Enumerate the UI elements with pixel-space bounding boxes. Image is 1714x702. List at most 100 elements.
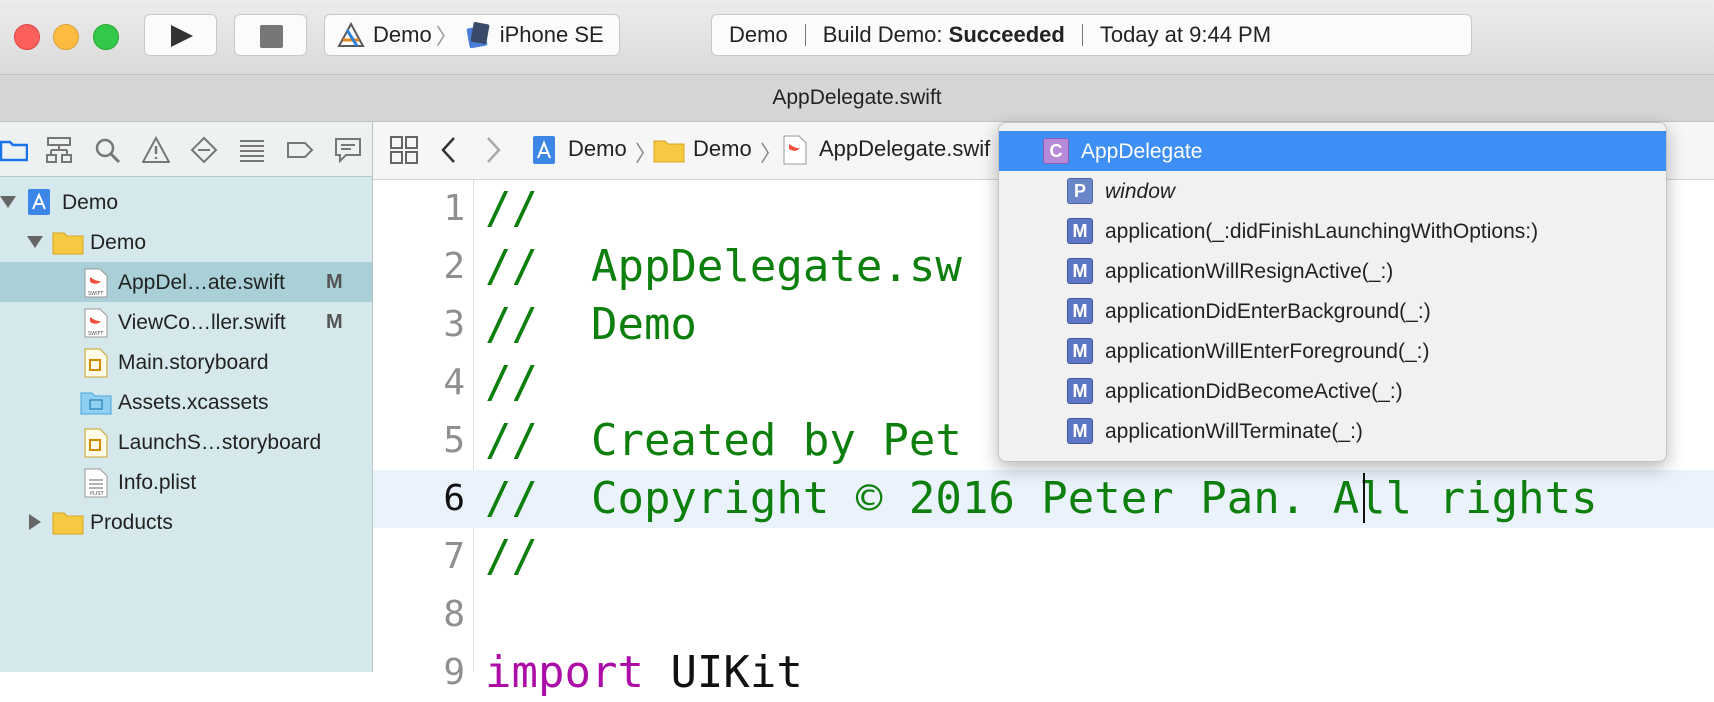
menu-item-method[interactable]: M applicationWillEnterForeground(_:) xyxy=(999,331,1666,371)
menu-item-label: applicationDidEnterBackground(_:) xyxy=(1105,300,1431,323)
window-toolbar: Demo 〉 iPhone SE Demo Build Demo: Succee… xyxy=(0,0,1714,75)
warning-icon[interactable] xyxy=(142,136,170,164)
tree-item-products[interactable]: Products xyxy=(0,502,372,542)
document-items-menu: C AppDelegate P window M application(_:d… xyxy=(998,122,1667,462)
device-name: iPhone SE xyxy=(499,22,604,47)
folder-icon xyxy=(653,140,685,163)
line-number: 5 xyxy=(443,420,465,461)
minimize-window-button[interactable] xyxy=(53,24,79,50)
tree-item-main-storyboard[interactable]: Main.storyboard xyxy=(0,342,372,382)
method-symbol-icon: M xyxy=(1067,338,1093,364)
menu-item-label: applicationWillEnterForeground(_:) xyxy=(1105,340,1430,363)
forward-icon[interactable] xyxy=(485,136,503,164)
property-symbol-icon: P xyxy=(1067,178,1093,204)
tree-item-label: AppDel…ate.swift xyxy=(118,271,285,294)
stop-icon xyxy=(260,25,283,48)
swift-file-icon: SWIFT xyxy=(84,268,108,298)
activity-divider xyxy=(804,24,806,46)
menu-item-method[interactable]: M application(_:didFinishLaunchingWithOp… xyxy=(999,211,1666,251)
chevron-right-icon: 〉 xyxy=(760,141,783,166)
jumpbar-project[interactable]: Demo xyxy=(568,136,627,162)
test-icon[interactable] xyxy=(190,136,218,164)
code-line-current[interactable]: 6 // Copyright © 2016 Peter Pan. All rig… xyxy=(373,470,1714,528)
scheme-selector[interactable]: Demo 〉 iPhone SE xyxy=(324,14,620,56)
xcode-app-icon xyxy=(337,22,365,47)
text-cursor xyxy=(1363,473,1365,523)
code-line[interactable]: 8 xyxy=(373,586,1714,644)
tree-item-label: Main.storyboard xyxy=(118,351,269,374)
zoom-window-button[interactable] xyxy=(93,24,119,50)
menu-item-label: applicationWillTerminate(_:) xyxy=(1105,420,1363,443)
method-symbol-icon: M xyxy=(1067,218,1093,244)
tree-item-label: ViewCo…ller.swift xyxy=(118,311,286,334)
tree-item-appdelegate[interactable]: SWIFT AppDel…ate.swift M xyxy=(0,262,372,302)
line-number: 4 xyxy=(443,362,465,403)
line-number: 3 xyxy=(443,304,465,345)
menu-item-method[interactable]: M applicationDidBecomeActive(_:) xyxy=(999,371,1666,411)
project-file-icon xyxy=(533,136,555,164)
code-identifier: UIKit xyxy=(643,647,803,698)
disclosure-collapsed-icon[interactable] xyxy=(29,514,41,530)
method-symbol-icon: M xyxy=(1067,378,1093,404)
line-number: 7 xyxy=(443,536,465,577)
modified-badge: M xyxy=(326,271,343,293)
tree-item-label: LaunchS…storyboard xyxy=(118,431,322,454)
method-symbol-icon: M xyxy=(1067,418,1093,444)
plist-file-icon: PLIST xyxy=(84,468,108,498)
build-status: Succeeded xyxy=(948,22,1065,47)
back-icon[interactable] xyxy=(439,136,457,164)
jumpbar-file[interactable]: AppDelegate.swif xyxy=(819,136,990,162)
related-items-icon[interactable] xyxy=(389,135,419,165)
menu-item-method[interactable]: M applicationWillTerminate(_:) xyxy=(999,411,1666,451)
code-text: // Created by Pet xyxy=(485,415,962,466)
svg-text:SWIFT: SWIFT xyxy=(88,291,104,297)
disclosure-expanded-icon[interactable] xyxy=(27,236,43,248)
activity-divider xyxy=(1081,24,1083,46)
jumpbar-group[interactable]: Demo xyxy=(693,136,752,162)
tree-item-project-demo[interactable]: Demo xyxy=(0,182,372,222)
code-line[interactable]: 7 // xyxy=(373,528,1714,586)
code-text: import UIKit xyxy=(485,644,803,702)
line-number: 6 xyxy=(443,478,465,519)
tree-item-group-demo[interactable]: Demo xyxy=(0,222,372,262)
hierarchy-icon[interactable] xyxy=(45,136,73,164)
svg-text:SWIFT: SWIFT xyxy=(88,331,104,337)
build-timestamp: Today at 9:44 PM xyxy=(1099,22,1272,47)
method-symbol-icon: M xyxy=(1067,298,1093,324)
breakpoint-icon[interactable] xyxy=(286,136,314,164)
line-number: 8 xyxy=(443,594,465,635)
storyboard-file-icon xyxy=(84,428,108,458)
code-text: // Demo xyxy=(485,299,697,350)
scheme-name: Demo xyxy=(373,22,432,47)
tree-item-info-plist[interactable]: PLIST Info.plist xyxy=(0,462,372,502)
tree-item-label: Demo xyxy=(90,231,147,254)
tree-item-viewcontroller[interactable]: SWIFT ViewCo…ller.swift M xyxy=(0,302,372,342)
run-button[interactable] xyxy=(144,14,217,56)
menu-item-appdelegate[interactable]: C AppDelegate xyxy=(999,131,1666,171)
folder-icon[interactable] xyxy=(0,136,28,164)
tree-item-launchscreen[interactable]: LaunchS…storyboard xyxy=(0,422,372,462)
close-window-button[interactable] xyxy=(14,24,40,50)
class-symbol-icon: C xyxy=(1043,138,1069,164)
menu-item-window[interactable]: P window xyxy=(999,171,1666,211)
tree-item-label: Products xyxy=(90,511,173,534)
report-icon[interactable] xyxy=(334,136,362,164)
disclosure-expanded-icon[interactable] xyxy=(0,196,16,208)
swift-file-icon: SWIFT xyxy=(84,308,108,338)
debug-icon[interactable] xyxy=(238,136,266,164)
line-number: 1 xyxy=(443,188,465,229)
code-line[interactable]: 9 import UIKit xyxy=(373,644,1714,702)
menu-item-method[interactable]: M applicationDidEnterBackground(_:) xyxy=(999,291,1666,331)
tree-item-assets[interactable]: Assets.xcassets xyxy=(0,382,372,422)
menu-item-method[interactable]: M applicationWillResignActive(_:) xyxy=(999,251,1666,291)
build-prefix: Build Demo: xyxy=(822,22,943,47)
tab-appdelegate[interactable]: AppDelegate.swift xyxy=(772,86,941,109)
asset-catalog-icon xyxy=(80,392,112,415)
tree-item-label: Demo xyxy=(62,191,119,214)
search-icon[interactable] xyxy=(93,136,121,164)
code-keyword: import xyxy=(485,647,644,698)
activity-viewer[interactable]: Demo Build Demo: Succeeded Today at 9:44… xyxy=(711,14,1472,56)
line-number: 2 xyxy=(443,246,465,287)
swift-file-icon xyxy=(783,135,807,165)
stop-button[interactable] xyxy=(234,14,307,56)
